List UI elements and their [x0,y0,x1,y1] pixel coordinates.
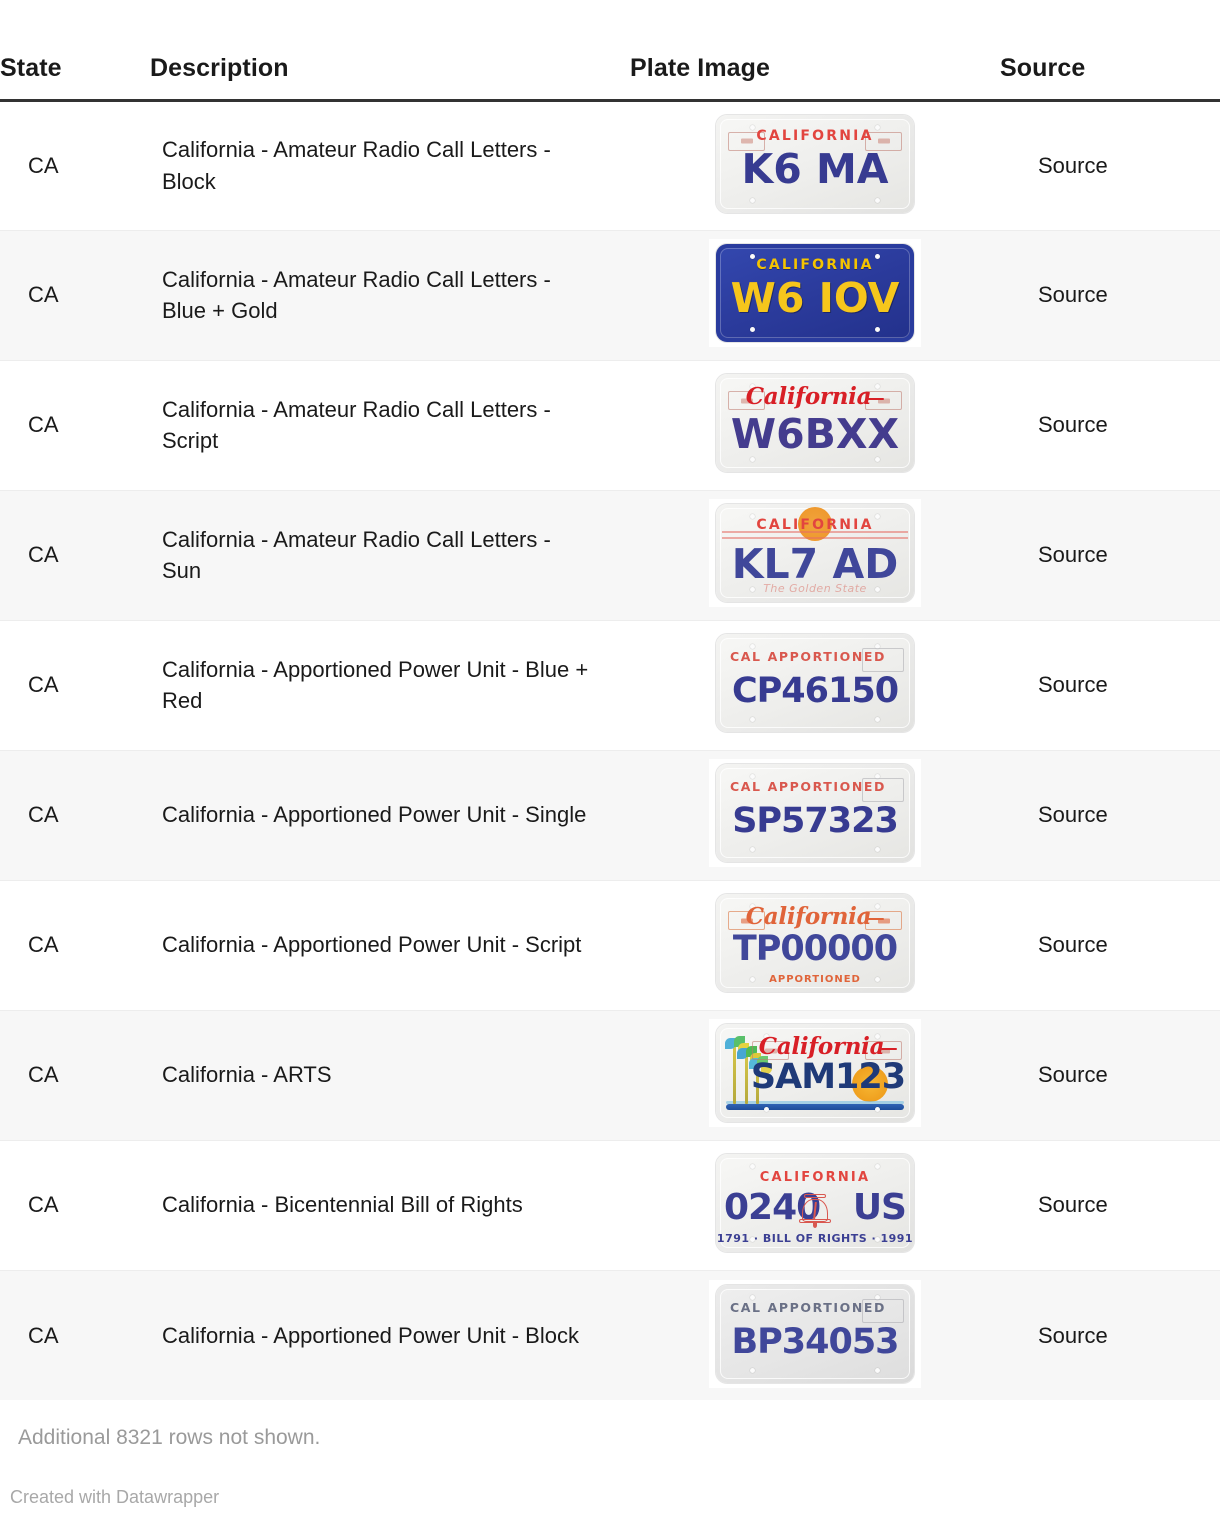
cell-state: CA [0,749,150,880]
table-body: CA California - Amateur Radio Call Lette… [0,100,1220,1400]
cell-description: California - Apportioned Power Unit - Bl… [150,1269,630,1400]
cell-plate-image: California W6BXX [630,359,1000,490]
plate-bottom-legend: The Golden State [763,582,867,596]
liberty-bell-icon [798,1192,832,1230]
cell-state: CA [0,1139,150,1270]
cell-description: California - Amateur Radio Call Letters … [162,137,551,194]
column-header-plate-image[interactable]: Plate Image [630,0,1000,102]
plate-wordmark: California [716,903,914,930]
plate-wordmark: California [716,383,914,410]
cell-state: CA [0,619,150,750]
plate-wordmark: CALIFORNIA [756,257,874,274]
plate-image-sam123: California SAM123 [709,1019,921,1128]
cell-description: California - Amateur Radio Call Letters … [150,359,630,490]
plate-image-sp57323: CAL APPORTIONED SP57323 [709,759,921,868]
table-header: State Description Plate Image Source [0,0,1220,102]
plate-image-0240us: CALIFORNIA 0240 US 1791 · BILL OF RIGHTS… [709,1149,921,1258]
table-row: CA California - Amateur Radio Call Lette… [0,229,1220,360]
plate-bottom-legend: 1791 · BILL OF RIGHTS · 1991 [716,1232,914,1246]
column-header-state[interactable]: State [0,0,150,102]
cell-description: California - Apportioned Power Unit - Bl… [150,619,630,750]
plate-serial: W6BXX [730,410,900,459]
table-row: CA California - Apportioned Power Unit -… [0,619,1220,750]
plate-image-cp46150: CAL APPORTIONED CP46150 [709,629,921,738]
cell-source[interactable]: Source [1000,1269,1220,1400]
cell-state: CA [0,879,150,1010]
cell-source[interactable]: Source [1000,749,1220,880]
cell-source[interactable]: Source [1000,489,1220,620]
cell-plate-image: CAL APPORTIONED SP57323 [630,749,1000,880]
cell-description: California - Apportioned Power Unit - Sc… [150,879,630,1010]
plate-wordmark: CALIFORNIA [759,1170,871,1186]
cell-state: CA [0,1269,150,1400]
table-row: CA California - ARTS California SAM123 S… [0,1009,1220,1140]
plate-wordmark: CALIFORNIA [756,127,874,144]
cell-description: California - Bicentennial Bill of Rights [150,1139,630,1270]
plate-wordmark: CAL APPORTIONED [730,1299,887,1315]
plate-wordmark: CALIFORNIA [756,517,874,534]
plate-serial: BP34053 [731,1321,899,1362]
plate-image-bp34053: CAL APPORTIONED BP34053 [709,1279,921,1388]
cell-state: CA [0,359,150,490]
cell-source[interactable]: Source [1000,229,1220,360]
plate-serial: SAM123 [750,1057,906,1098]
cell-plate-image: CALIFORNIA KL7 AD The Golden State [630,489,1000,620]
cell-state: CA [0,489,150,620]
plate-serial: SP57323 [732,801,899,842]
plate-serial: KL7 AD [731,540,899,589]
cell-source[interactable]: Source [1000,1139,1220,1270]
license-plate-table: State Description Plate Image Source CA … [0,0,1220,1400]
cell-description: California - Amateur Radio Call Letters … [150,229,630,360]
table-row: CA California - Apportioned Power Unit -… [0,879,1220,1010]
plate-image-tp00000: California TP00000 APPORTIONED [709,889,921,998]
cell-source[interactable]: Source [1000,1009,1220,1140]
rows-not-shown-note: Additional 8321 rows not shown. [18,1426,321,1449]
table-row: CA California - Apportioned Power Unit -… [0,1269,1220,1400]
cell-state: CA [0,229,150,360]
plate-wordmark: California [742,1033,914,1060]
cell-source[interactable]: Source [1000,619,1220,750]
plate-bottom-legend: APPORTIONED [769,974,861,986]
cell-description: California - ARTS [150,1009,630,1140]
plate-wordmark: CAL APPORTIONED [730,649,887,665]
cell-plate-image: CALIFORNIA W6 IOV [630,229,1000,360]
datawrapper-credit[interactable]: Created with Datawrapper [10,1487,219,1508]
table-row: CA California - Apportioned Power Unit -… [0,749,1220,880]
table-row: CA California - Amateur Radio Call Lette… [0,100,1220,230]
plate-image-kl7ad: CALIFORNIA KL7 AD The Golden State [709,499,921,608]
plate-wordmark: CAL APPORTIONED [730,779,887,795]
plate-image-w6iov: CALIFORNIA W6 IOV [709,239,921,348]
cell-plate-image: California TP00000 APPORTIONED [630,879,1000,1010]
cell-plate-image: California SAM123 [630,1009,1000,1140]
table-row: CA California - Amateur Radio Call Lette… [0,489,1220,620]
cell-plate-image: CALIFORNIA K6 MA [630,100,1000,230]
plate-serial: TP00000 [732,929,898,970]
cell-plate-image: CALIFORNIA 0240 US 1791 · BILL OF RIGHTS… [630,1139,1000,1270]
cell-source[interactable]: Source [1000,359,1220,490]
column-header-description[interactable]: Description [150,0,630,102]
cell-description: California - Amateur Radio Call Letters … [150,489,630,620]
cell-plate-image: CAL APPORTIONED BP34053 [630,1269,1000,1400]
table-header-row: State Description Plate Image Source [0,0,1220,102]
cell-plate-image: CAL APPORTIONED CP46150 [630,619,1000,750]
plate-serial: K6 MA [741,144,889,193]
plate-image-w6bxx: California W6BXX [709,369,921,478]
plate-serial-right: US [852,1187,907,1229]
datawrapper-table-page: State Description Plate Image Source CA … [0,0,1220,1530]
cell-source[interactable]: Source [1000,100,1220,230]
cell-description: California - Apportioned Power Unit - Si… [150,749,630,880]
table-row: CA California - Bicentennial Bill of Rig… [0,1139,1220,1270]
column-header-source[interactable]: Source [1000,0,1220,102]
cell-source[interactable]: Source [1000,879,1220,1010]
table-row: CA California - Amateur Radio Call Lette… [0,359,1220,490]
plate-image-k6ma: CALIFORNIA K6 MA [709,109,921,218]
plate-serial: CP46150 [731,671,899,712]
cell-state: CA [28,152,59,178]
cell-state: CA [0,1009,150,1140]
plate-serial: W6 IOV [730,274,900,323]
